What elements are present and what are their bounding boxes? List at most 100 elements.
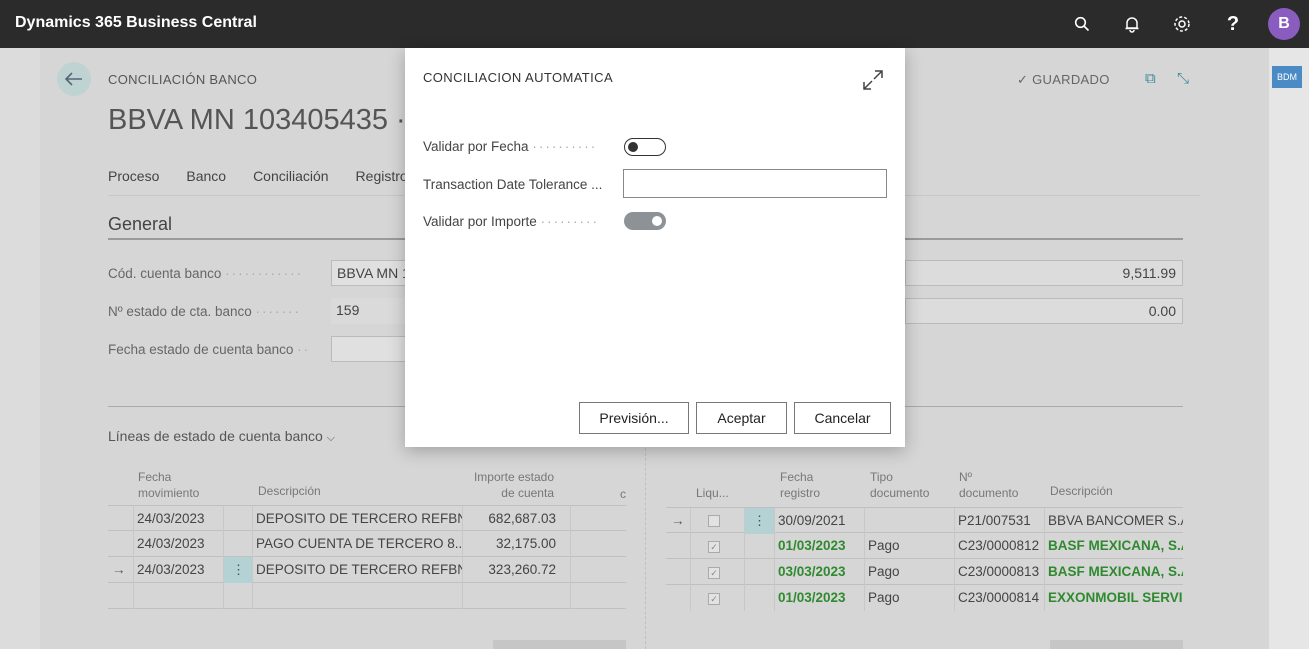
row-date: 01/03/2023 — [774, 533, 864, 559]
table-row[interactable]: → ⋮ 30/09/2021 P21/007531 BBVA BANCOMER … — [666, 507, 1183, 534]
row-description: BASF MEXICANA, S.A — [1044, 559, 1183, 585]
column-header-document-type[interactable]: Tipo documento — [870, 469, 929, 501]
row-menu[interactable] — [744, 559, 774, 585]
page-title: BBVA MN 103405435 · 1 — [108, 104, 408, 136]
open-new-window-icon[interactable]: ⧉ — [1145, 70, 1156, 87]
row-date: 24/03/2023 — [133, 557, 223, 583]
current-row-arrow-icon: → — [671, 513, 685, 528]
row-doc-number: P21/007531 — [954, 508, 1044, 534]
auto-reconciliation-dialog: CONCILIACION AUTOMATICA Validar por Fech… — [405, 48, 905, 447]
column-header-document-number[interactable]: Nº documento — [959, 469, 1018, 501]
table-row[interactable]: 24/03/2023 PAGO CUENTA DE TERCERO 8... 3… — [108, 531, 626, 557]
toggle-knob — [652, 216, 662, 226]
row-doc-type: Pago — [864, 585, 954, 611]
bank-account-code-field[interactable]: BBVA MN 1 — [331, 260, 407, 286]
date-tolerance-input[interactable] — [623, 169, 887, 198]
accept-button[interactable]: Aceptar — [696, 402, 787, 434]
grid-splitter[interactable] — [645, 448, 646, 649]
action-menu: Proceso Banco Conciliación Registro — [108, 168, 435, 184]
row-description: DEPOSITO DE TERCERO REFBN... — [252, 506, 462, 532]
search-icon[interactable] — [1070, 12, 1094, 36]
row-menu[interactable] — [744, 533, 774, 559]
row-doc-type: Pago — [864, 559, 954, 585]
gear-icon[interactable] — [1170, 12, 1194, 36]
balance-field[interactable]: 9,511.99 — [905, 260, 1183, 286]
row-doc-number: C23/0000814 — [954, 585, 1044, 611]
row-date — [133, 583, 223, 609]
app-title[interactable]: Dynamics 365 Business Central — [15, 14, 257, 32]
column-header-extra[interactable]: c — [620, 486, 626, 502]
row-doc-number: C23/0000813 — [954, 559, 1044, 585]
menu-banco[interactable]: Banco — [186, 168, 226, 184]
row-applied-checkbox[interactable]: ✓ — [690, 585, 744, 611]
field-label: Cód. cuenta banco ············ — [108, 266, 304, 281]
statement-number-field[interactable]: 159 — [331, 298, 407, 324]
side-badge[interactable]: BDM — [1272, 66, 1302, 88]
column-header-date[interactable]: Fecha movimiento — [138, 469, 199, 501]
column-header-description[interactable]: Descripción — [258, 483, 321, 499]
row-extra — [570, 557, 626, 583]
table-row-empty[interactable] — [108, 583, 626, 609]
field-label: Fecha estado de cuenta banco ·· — [108, 342, 311, 357]
row-menu[interactable] — [223, 506, 253, 532]
row-menu[interactable] — [744, 585, 774, 611]
difference-field[interactable]: 0.00 — [905, 298, 1183, 324]
menu-conciliacion[interactable]: Conciliación — [253, 168, 328, 184]
table-row[interactable]: ✓ 01/03/2023 Pago C23/0000812 BASF MEXIC… — [666, 533, 1183, 559]
table-row[interactable]: ✓ 03/03/2023 Pago C23/0000813 BASF MEXIC… — [666, 559, 1183, 585]
validate-by-amount-toggle[interactable] — [624, 212, 666, 230]
row-amount: 32,175.00 — [462, 531, 570, 557]
chevron-down-icon[interactable]: ⌵ — [327, 432, 335, 444]
row-extra — [570, 583, 626, 609]
row-applied-checkbox[interactable]: ✓ — [690, 559, 744, 585]
row-menu-dots-icon[interactable]: ⋮ — [744, 508, 774, 534]
row-applied-checkbox[interactable] — [690, 508, 744, 534]
menu-registro[interactable]: Registro — [356, 168, 408, 184]
column-header-posting-date[interactable]: Fecha registro — [780, 469, 820, 501]
column-header-description[interactable]: Descripción — [1050, 483, 1113, 499]
right-strip — [1269, 48, 1309, 649]
row-description: BASF MEXICANA, S.A — [1044, 533, 1183, 559]
scroll-area — [1050, 640, 1183, 649]
row-date: 30/09/2021 — [774, 508, 864, 534]
row-description: DEPOSITO DE TERCERO REFBN... — [252, 557, 462, 583]
table-row[interactable]: 24/03/2023 DEPOSITO DE TERCERO REFBN... … — [108, 505, 626, 532]
statement-date-field[interactable] — [331, 336, 407, 362]
preview-button[interactable]: Previsión... — [579, 402, 689, 434]
row-menu-dots-icon[interactable]: ⋮ — [223, 557, 253, 583]
row-doc-type — [864, 508, 954, 534]
breadcrumb: CONCILIACIÓN BANCO — [108, 72, 258, 87]
general-title[interactable]: General — [108, 214, 172, 235]
row-date: 24/03/2023 — [133, 506, 223, 532]
validate-by-date-toggle[interactable] — [624, 138, 666, 156]
row-extra — [570, 506, 626, 532]
table-row[interactable]: ✓ 01/03/2023 Pago C23/0000814 EXXONMOBIL… — [666, 585, 1183, 611]
row-date: 01/03/2023 — [774, 585, 864, 611]
row-applied-checkbox[interactable]: ✓ — [690, 533, 744, 559]
help-icon[interactable]: ? — [1221, 12, 1245, 36]
row-doc-type: Pago — [864, 533, 954, 559]
row-amount: 323,260.72 — [462, 557, 570, 583]
row-extra — [570, 531, 626, 557]
toggle-knob — [628, 142, 638, 152]
menu-proceso[interactable]: Proceso — [108, 168, 159, 184]
date-tolerance-label: Transaction Date Tolerance ... — [423, 177, 603, 192]
statement-lines-title[interactable]: Líneas de estado de cuenta banco ⌵ — [108, 428, 335, 445]
scroll-area — [493, 640, 626, 649]
row-description: EXXONMOBIL SERVI — [1044, 585, 1183, 611]
row-doc-number: C23/0000812 — [954, 533, 1044, 559]
validate-by-amount-label: Validar por Importe ········· — [423, 214, 600, 229]
expand-icon[interactable] — [861, 68, 885, 92]
table-row[interactable]: → 24/03/2023 ⋮ DEPOSITO DE TERCERO REFBN… — [108, 557, 626, 583]
bell-icon[interactable] — [1120, 12, 1144, 36]
collapse-icon[interactable]: ⤡ — [1177, 70, 1189, 87]
dialog-title: CONCILIACION AUTOMATICA — [423, 70, 614, 85]
validate-by-date-label: Validar por Fecha ·········· — [423, 139, 598, 154]
back-arrow-icon[interactable] — [57, 62, 91, 96]
column-header-amount[interactable]: Importe estado de cuenta — [462, 469, 554, 501]
avatar[interactable]: B — [1268, 8, 1300, 40]
cancel-button[interactable]: Cancelar — [794, 402, 891, 434]
column-header-applied[interactable]: Liqu... — [696, 485, 729, 501]
row-date: 03/03/2023 — [774, 559, 864, 585]
row-menu[interactable] — [223, 531, 253, 557]
